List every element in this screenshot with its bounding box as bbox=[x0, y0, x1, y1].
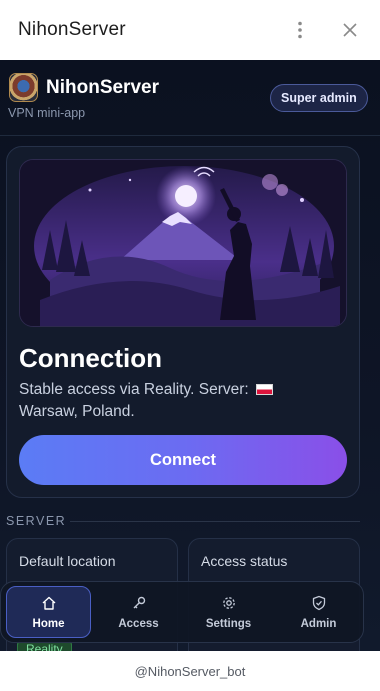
app-name: NihonServer bbox=[46, 77, 159, 98]
nav-label-home: Home bbox=[32, 617, 65, 630]
default-location-title: Default location bbox=[19, 553, 116, 569]
bot-username-footer: @NihonServer_bot bbox=[0, 651, 380, 691]
window-header: NihonServer bbox=[0, 0, 380, 60]
app-subtitle: VPN mini-app bbox=[8, 106, 86, 120]
connect-button[interactable]: Connect bbox=[19, 435, 347, 485]
role-badge: Super admin bbox=[270, 84, 368, 112]
home-icon bbox=[42, 596, 55, 610]
nav-label-admin: Admin bbox=[300, 617, 337, 630]
shield-check-icon bbox=[312, 595, 325, 610]
server-section-header: SERVER bbox=[6, 514, 360, 528]
close-icon[interactable] bbox=[338, 18, 362, 42]
window-title: NihonServer bbox=[18, 19, 126, 40]
kebab-menu-icon[interactable] bbox=[288, 18, 312, 42]
server-section-label: SERVER bbox=[6, 514, 67, 528]
nihon-logo-icon bbox=[9, 73, 38, 102]
bot-username: @NihonServer_bot bbox=[134, 663, 246, 679]
mini-app: NihonServer VPN mini-app Super admin Con… bbox=[0, 60, 380, 651]
connection-description-text: Stable access via Reality. Server: bbox=[19, 381, 249, 398]
bottom-nav: Home Access Settings Admin bbox=[0, 581, 364, 643]
access-status-title: Access status bbox=[201, 553, 288, 569]
key-icon bbox=[133, 596, 145, 608]
nav-item-settings[interactable]: Settings bbox=[186, 586, 271, 638]
nav-item-home[interactable]: Home bbox=[6, 586, 91, 638]
hero-illustration bbox=[19, 159, 347, 327]
connection-location: Warsaw, Poland. bbox=[19, 403, 135, 420]
nav-item-access[interactable]: Access bbox=[96, 586, 181, 638]
poland-flag-icon bbox=[256, 384, 274, 395]
connection-card: Connection Stable access via Reality. Se… bbox=[6, 146, 360, 498]
connection-description: Stable access via Reality. Server: Warsa… bbox=[19, 379, 329, 423]
nav-label-settings: Settings bbox=[205, 617, 252, 630]
gear-icon bbox=[222, 596, 235, 609]
nav-label-access: Access bbox=[118, 617, 159, 630]
section-divider bbox=[70, 521, 360, 522]
connection-title: Connection bbox=[19, 343, 162, 373]
app-header: NihonServer VPN mini-app Super admin bbox=[0, 60, 380, 136]
nav-item-admin[interactable]: Admin bbox=[276, 586, 361, 638]
